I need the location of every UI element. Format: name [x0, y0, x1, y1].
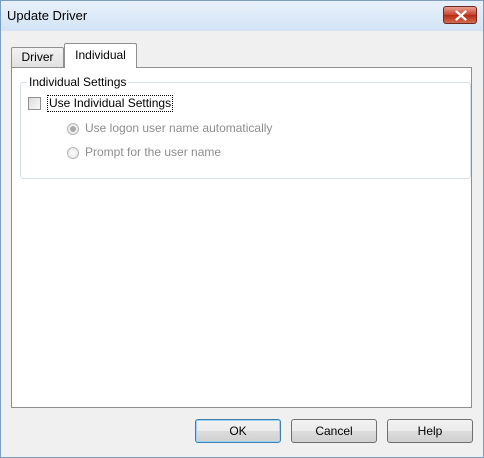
- cancel-button[interactable]: Cancel: [291, 419, 377, 443]
- close-button[interactable]: [443, 6, 477, 24]
- use-individual-settings-label[interactable]: Use Individual Settings: [47, 95, 174, 112]
- prompt-user-name-radio[interactable]: [67, 147, 79, 159]
- tab-driver-label: Driver: [21, 50, 54, 64]
- title-bar[interactable]: Update Driver: [1, 1, 483, 31]
- tab-driver[interactable]: Driver: [11, 47, 64, 67]
- close-icon: [455, 10, 467, 21]
- radio-selected-dot: [70, 126, 76, 132]
- tab-panel-individual: Individual Settings Use Individual Setti…: [11, 67, 472, 408]
- prompt-user-name-label[interactable]: Prompt for the user name: [85, 145, 221, 160]
- tab-individual[interactable]: Individual: [64, 43, 137, 68]
- use-logon-name-radio[interactable]: [67, 123, 79, 135]
- ok-button[interactable]: OK: [195, 419, 281, 443]
- use-individual-settings-checkbox[interactable]: [28, 97, 41, 110]
- update-driver-dialog: Update Driver Driver Individual Individu…: [0, 0, 484, 458]
- dialog-body: Driver Individual Individual Settings Us…: [7, 31, 477, 453]
- individual-settings-group: Individual Settings Use Individual Setti…: [20, 75, 471, 179]
- use-logon-name-label[interactable]: Use logon user name automatically: [85, 121, 272, 136]
- group-label: Individual Settings: [27, 75, 129, 89]
- help-button[interactable]: Help: [387, 419, 473, 443]
- window-title: Update Driver: [7, 8, 88, 23]
- tab-individual-label: Individual: [75, 48, 126, 62]
